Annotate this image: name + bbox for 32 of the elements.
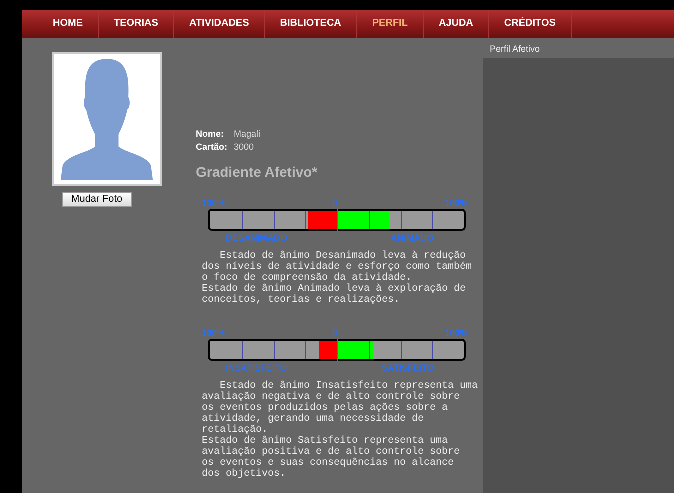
nav-tab[interactable]: HOME (38, 10, 99, 38)
panel-title: Perfil Afetivo (489, 43, 542, 56)
nav-tab[interactable]: ATIVIDADES (174, 10, 266, 38)
negative-fill (319, 341, 337, 359)
nav-tab[interactable]: CRÉDITOS (489, 10, 572, 38)
scale-label: 0 (332, 328, 338, 338)
negative-label: INSATISFEITO (226, 363, 288, 373)
person-silhouette-icon (58, 56, 156, 180)
positive-fill (337, 211, 390, 229)
positive-label: ANIMADO (391, 233, 434, 243)
field-value: 3000 (234, 141, 254, 154)
nav-tab[interactable]: TEORIAS (99, 10, 174, 38)
scale-label: 100% (202, 198, 226, 208)
scale-label: 100% (202, 328, 226, 338)
scale-label: 100% (444, 328, 468, 338)
description-text: Estado de ânimo Animado leva à exploração de conceitos, teorias e realizações. (202, 284, 468, 306)
field-label: Nome: (196, 128, 226, 141)
positive-label: SATISFEITO (382, 363, 434, 373)
change-photo-button[interactable]: Mudar Foto (62, 192, 132, 207)
description-text: Estado de ânimo Satisfeito representa uma avaliação positiva e de alto controle sobre os eventos e suas consequências no alcance dos objetivos. (202, 436, 462, 480)
negative-fill (308, 211, 337, 229)
field-label: Cartão: (196, 141, 229, 154)
nav-tab[interactable]: AJUDA (424, 10, 490, 38)
section-title: Gradiente Afetivo* (196, 164, 319, 180)
nav-tab[interactable]: PERFIL (357, 10, 424, 38)
field-value: Magali (234, 128, 261, 141)
nav-tab[interactable]: BIBLIOTECA (265, 10, 358, 38)
scale-label: 0 (332, 198, 338, 208)
positive-fill (337, 341, 373, 359)
negative-label: DESANIMADO (226, 233, 288, 243)
scale-label: 100% (444, 198, 468, 208)
description-text: Estado de ânimo Desanimado leva à redução dos níveis de atividade e esforço como também o foco de compreensão da atividade. (202, 251, 474, 284)
